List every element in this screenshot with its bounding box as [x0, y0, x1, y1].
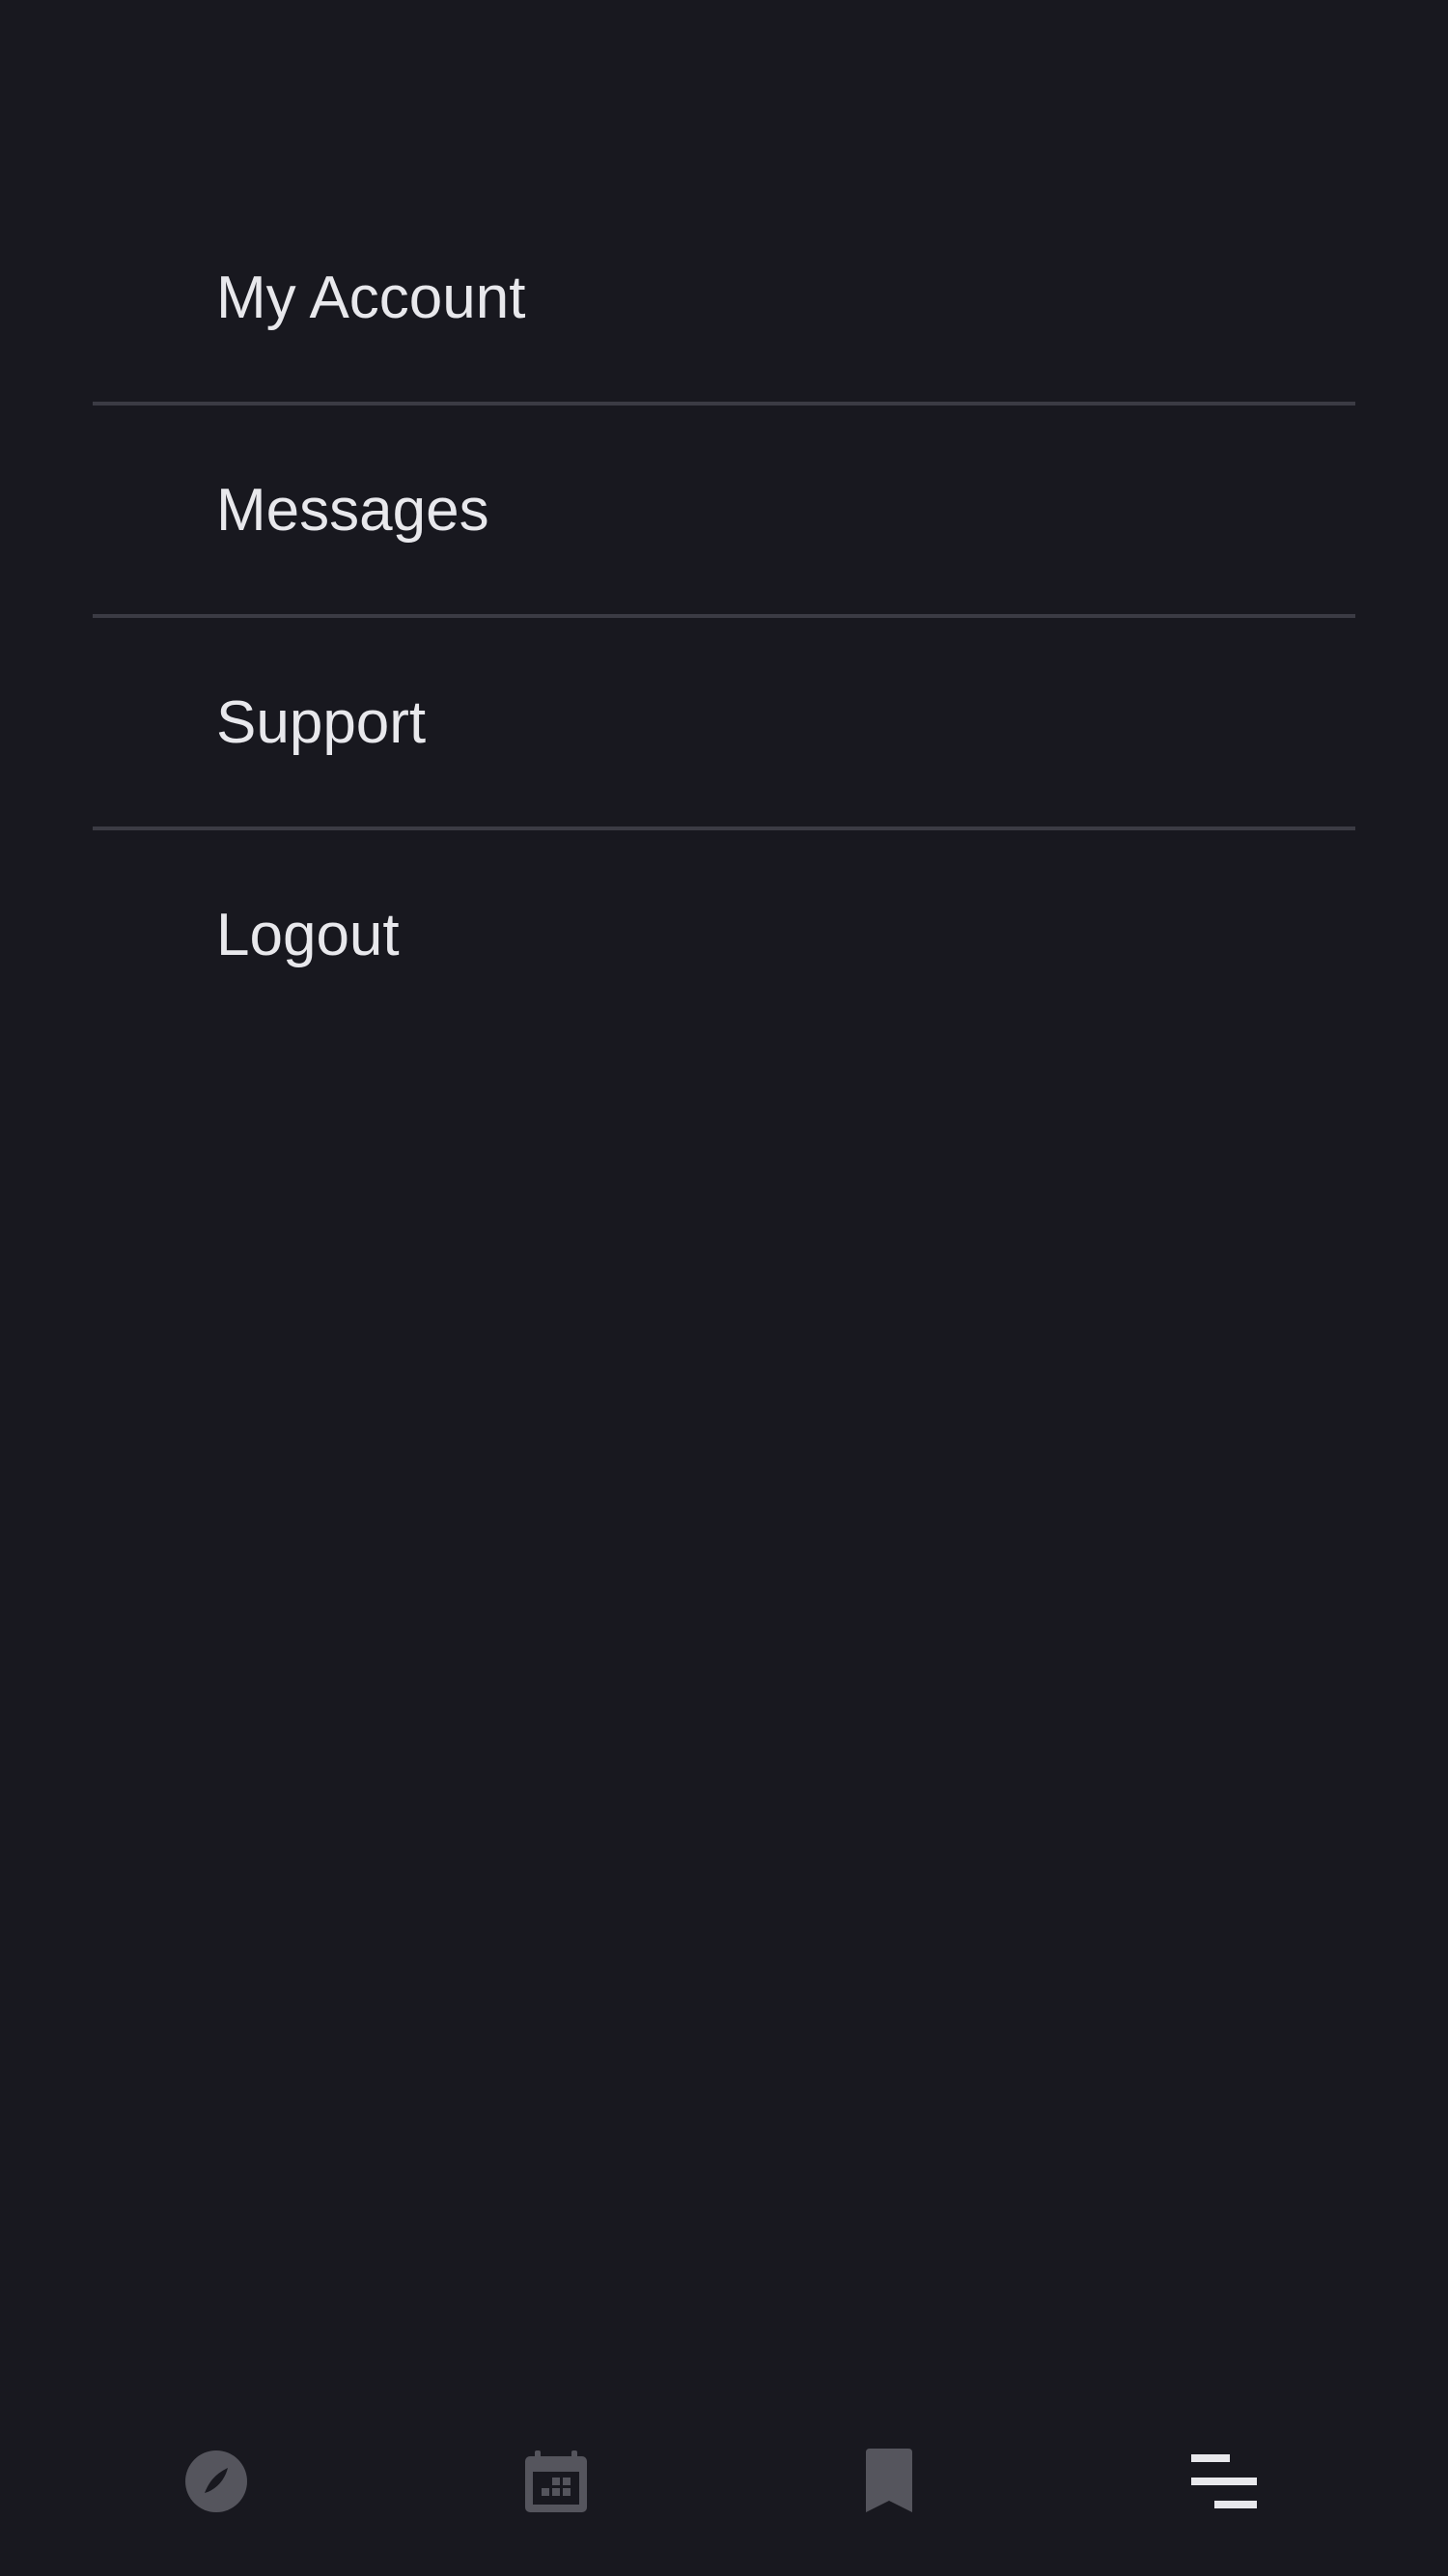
menu-item-messages[interactable]: Messages	[93, 406, 1355, 614]
menu-item-my-account[interactable]: My Account	[93, 193, 1355, 402]
menu-item-logout[interactable]: Logout	[93, 830, 1355, 1039]
menu-item-label: Support	[216, 688, 427, 756]
menu-screen: My Account Messages Support Logout	[0, 0, 1448, 2576]
bottom-tab-bar	[0, 2433, 1448, 2530]
tab-calendar[interactable]	[508, 2433, 604, 2530]
compass-icon	[185, 2450, 247, 2512]
bookmark-icon	[866, 2449, 912, 2512]
menu-item-label: Logout	[216, 901, 400, 968]
menu-item-label: My Account	[216, 264, 526, 331]
menu-icon	[1191, 2454, 1257, 2508]
tab-menu[interactable]	[1176, 2433, 1272, 2530]
tab-saved[interactable]	[841, 2433, 937, 2530]
calendar-icon	[525, 2450, 587, 2512]
menu-item-support[interactable]: Support	[93, 618, 1355, 826]
tab-explore[interactable]	[168, 2433, 265, 2530]
menu-list: My Account Messages Support Logout	[93, 193, 1355, 1039]
menu-item-label: Messages	[216, 476, 489, 544]
